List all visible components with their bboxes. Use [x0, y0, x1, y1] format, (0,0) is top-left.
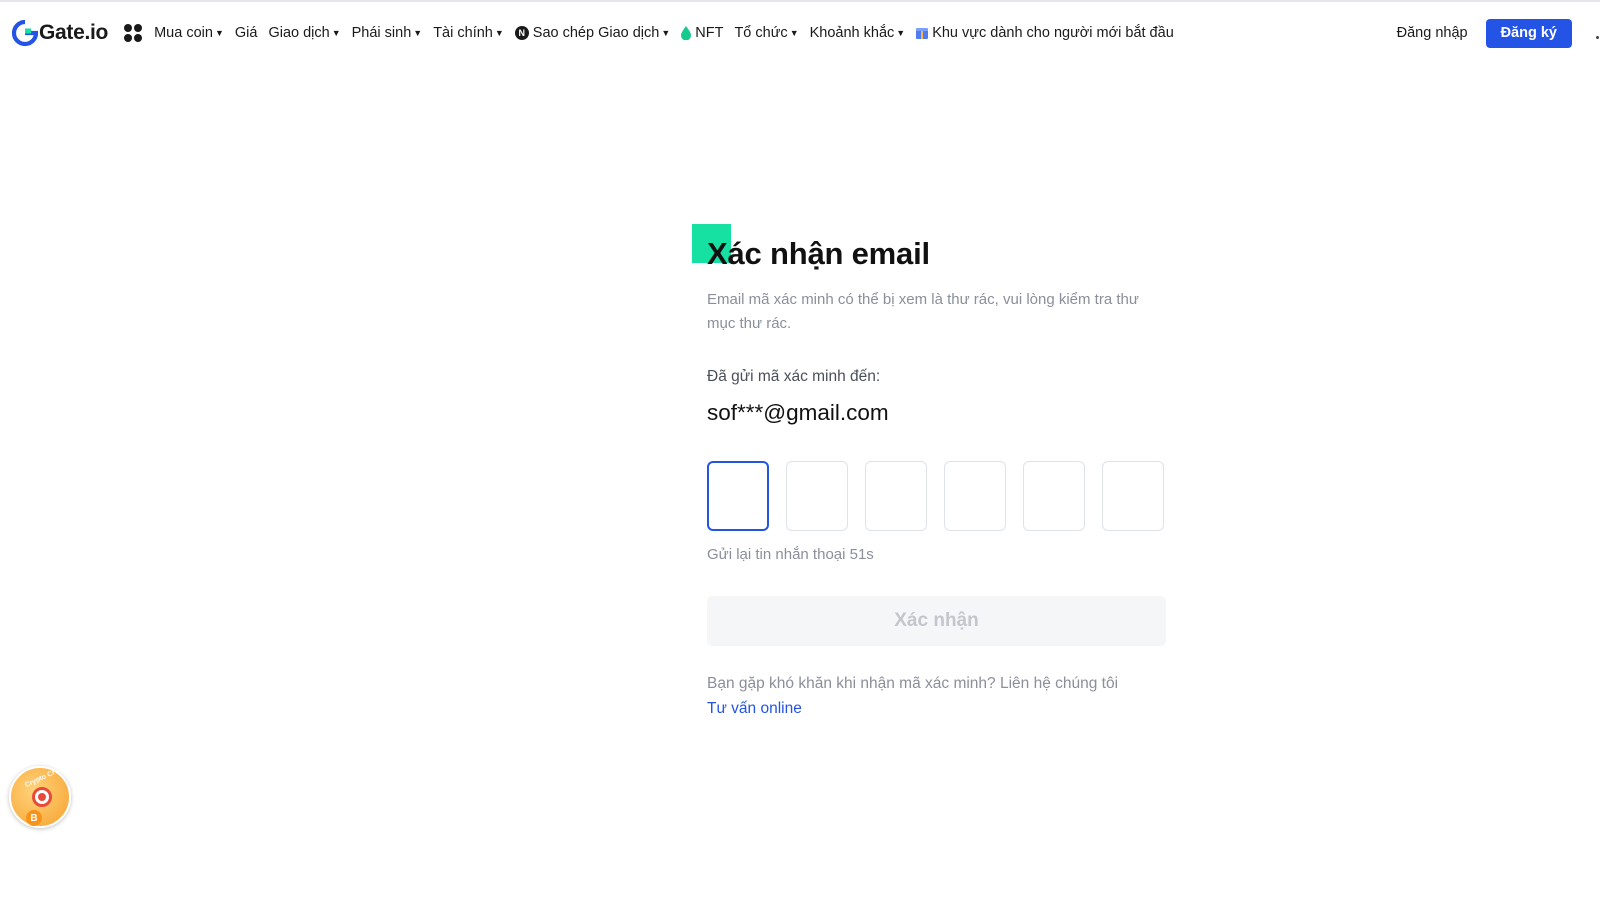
apps-grid-icon[interactable]	[124, 24, 143, 42]
online-support-link[interactable]: Tư vấn online	[707, 696, 1118, 721]
caret-down-icon: ▼	[789, 28, 799, 38]
caret-down-icon: ▼	[896, 28, 906, 38]
gate-logo-icon	[12, 20, 38, 46]
top-navbar: Gate.io Mua coin ▼ Giá Giao dịch ▼ Phái sinh ▼…	[0, 2, 1600, 64]
login-link[interactable]: Đăng nhập	[1397, 25, 1468, 41]
otp-digit-input[interactable]	[1023, 461, 1085, 531]
nav-item-label: Giao dịch	[268, 25, 330, 41]
nav-item-sao-ch-p-giao-d-ch[interactable]: N Sao chép Giao dịch ▼	[514, 25, 671, 41]
main-nav: Mua coin ▼ Giá Giao dịch ▼ Phái sinh ▼ Tài chín…	[154, 2, 1185, 64]
gate-logo[interactable]: Gate.io	[12, 18, 108, 48]
caret-down-icon: ▼	[494, 28, 504, 38]
nav-item-mua-coin[interactable]: Mua coin ▼	[154, 25, 224, 41]
nav-item-t-i-ch-nh[interactable]: Tài chính ▼	[433, 25, 504, 41]
promo-floating-badge[interactable]: Crypto Crush 20 B	[9, 760, 76, 828]
nav-item-label: Giá	[234, 25, 258, 41]
target-dot	[38, 793, 46, 801]
spam-hint: Email mã xác minh có thể bị xem là thư r…	[707, 291, 1139, 332]
resend-countdown: Gửi lại tin nhắn thoại 51s	[707, 546, 874, 563]
gift-box-icon	[916, 27, 929, 39]
nav-item-kho-nh-kh-c[interactable]: Khoảnh khắc ▼	[810, 25, 906, 41]
nav-item-giao-d-ch[interactable]: Giao dịch ▼	[268, 25, 340, 41]
otp-digit-input[interactable]	[944, 461, 1006, 531]
nav-item-label: Khu vực dành cho người mới bắt đầu	[932, 25, 1174, 41]
nft-drop-icon	[681, 26, 692, 40]
masked-email: sof***@gmail.com	[707, 400, 889, 425]
confirm-button[interactable]: Xác nhận	[707, 596, 1166, 646]
nav-item-t-ch-c[interactable]: Tổ chức ▼	[734, 25, 798, 41]
nav-item-label: Mua coin	[154, 25, 213, 41]
nav-item-label: Sao chép Giao dịch	[532, 25, 660, 41]
nav-item-label: NFT	[695, 25, 724, 41]
caret-down-icon: ▼	[214, 28, 224, 38]
otp-digit-input[interactable]	[1102, 461, 1164, 531]
verify-email-panel: Xác nhận email Email mã xác minh có thể …	[0, 0, 1600, 900]
bitcoin-icon: B	[26, 810, 42, 826]
nav-item-label: Phái sinh	[351, 25, 412, 41]
otp-digit-input[interactable]	[865, 461, 927, 531]
more-icon[interactable]	[1596, 36, 1599, 39]
nav-item-label: Tổ chức	[734, 25, 788, 41]
caret-down-icon: ▼	[661, 28, 671, 38]
otp-digit-input[interactable]	[786, 461, 848, 531]
otp-input-group	[707, 461, 1164, 531]
page-title: Xác nhận email	[707, 236, 930, 271]
caret-down-icon: ▼	[331, 28, 341, 38]
badge-label: Crypto Crush 20	[24, 759, 77, 790]
n-badge-icon: N	[514, 26, 529, 40]
nav-item-label: Tài chính	[433, 25, 493, 41]
signup-button[interactable]: Đăng ký	[1485, 18, 1572, 48]
sent-to-label: Đã gửi mã xác minh đến:	[707, 368, 881, 385]
caret-down-icon: ▼	[413, 28, 423, 38]
header-actions: Đăng nhập Đăng ký	[1397, 2, 1600, 64]
nav-item-khu-v-c-d-nh-cho-ng-i-m-i-b-t-u[interactable]: Khu vực dành cho người mới bắt đầu	[916, 25, 1174, 41]
nav-item-label: Khoảnh khắc	[809, 25, 895, 41]
otp-digit-input[interactable]	[707, 461, 769, 531]
nav-item-nft[interactable]: NFT	[681, 25, 723, 41]
brand-name: Gate.io	[39, 21, 109, 44]
nav-item-gi-[interactable]: Giá	[235, 25, 258, 41]
help-text: Bạn gặp khó khăn khi nhận mã xác minh? L…	[707, 675, 1119, 692]
nav-item-ph-i-sinh[interactable]: Phái sinh ▼	[352, 25, 423, 41]
help-section: Bạn gặp khó khăn khi nhận mã xác minh? L…	[707, 671, 1118, 721]
